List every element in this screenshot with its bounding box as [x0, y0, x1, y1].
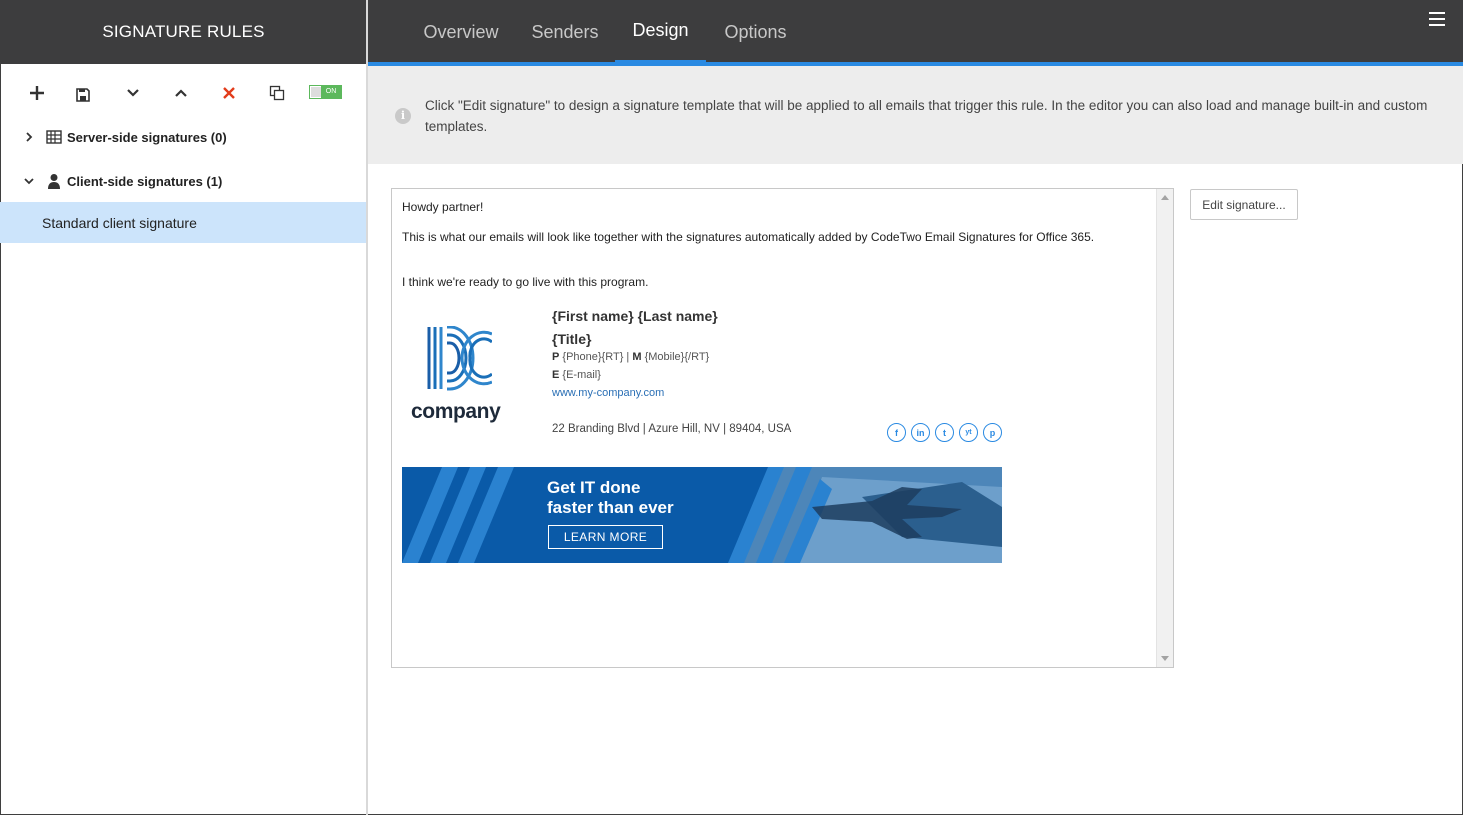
add-icon[interactable]	[25, 82, 49, 104]
banner-headline: Get IT done	[547, 478, 641, 497]
hamburger-menu-icon[interactable]	[1429, 12, 1445, 26]
chevron-down-icon[interactable]	[22, 174, 36, 188]
email-body-paragraph: This is what our emails will look like t…	[402, 230, 1095, 244]
twitter-icon[interactable]: t	[935, 423, 954, 442]
edit-signature-button[interactable]: Edit signature...	[1190, 189, 1298, 220]
youtube-icon[interactable]: yt	[959, 423, 978, 442]
toggle-knob	[311, 87, 321, 97]
signature-preview[interactable]: Howdy partner! This is what our emails w…	[391, 188, 1174, 668]
signature-phone-line: P {Phone}{RT} | M {Mobile}{/RT}	[552, 351, 710, 363]
signature-name: {First name} {Last name}	[552, 308, 718, 324]
server-icon	[46, 129, 62, 145]
delete-icon[interactable]	[217, 82, 241, 104]
signature-website-link[interactable]: www.my-company.com	[552, 387, 664, 399]
save-icon[interactable]	[71, 84, 95, 106]
learn-more-button[interactable]: LEARN MORE	[548, 525, 663, 549]
top-navigation: Overview Senders Design Options	[368, 0, 1463, 64]
scroll-down-arrow-icon[interactable]	[1161, 656, 1169, 661]
tree-node-server-side[interactable]: Server-side signatures (0)	[0, 122, 366, 152]
email-greeting: Howdy partner!	[402, 200, 484, 214]
email-body-paragraph: I think we're ready to go live with this…	[402, 275, 649, 289]
info-text: Click "Edit signature" to design a signa…	[425, 98, 1428, 134]
tab-senders[interactable]: Senders	[520, 0, 610, 64]
signature-title: {Title}	[552, 331, 592, 347]
company-logo-text: company	[411, 400, 501, 423]
banner-headline: faster than ever	[547, 498, 674, 517]
sidebar-title: SIGNATURE RULES	[0, 0, 367, 64]
move-down-icon[interactable]	[121, 82, 145, 104]
tab-options[interactable]: Options	[712, 0, 799, 64]
duplicate-icon[interactable]	[265, 82, 289, 104]
tree-item-standard-client-signature[interactable]: Standard client signature	[0, 202, 366, 243]
tab-design[interactable]: Design	[615, 0, 706, 64]
info-icon: i	[395, 108, 411, 124]
user-icon	[46, 173, 62, 189]
move-up-icon[interactable]	[169, 82, 193, 104]
signature-address: 22 Branding Blvd | Azure Hill, NV | 8940…	[552, 423, 792, 435]
tree-node-label: Client-side signatures (1)	[67, 173, 223, 189]
tab-overview[interactable]: Overview	[408, 0, 514, 64]
tree-node-client-side[interactable]: Client-side signatures (1)	[0, 166, 366, 196]
promo-banner[interactable]: Get IT done faster than ever LEARN MORE	[402, 467, 1002, 563]
signature-email-line: E {E-mail}	[552, 369, 601, 381]
linkedin-icon[interactable]: in	[911, 423, 930, 442]
scroll-up-arrow-icon[interactable]	[1161, 195, 1169, 200]
toggle-label: ON	[321, 86, 341, 98]
tree-node-label: Server-side signatures (0)	[67, 129, 227, 145]
info-banner: i Click "Edit signature" to design a sig…	[368, 66, 1463, 164]
pinterest-icon[interactable]: p	[983, 423, 1002, 442]
facebook-icon[interactable]: f	[887, 423, 906, 442]
chevron-right-icon[interactable]	[22, 130, 36, 144]
preview-scrollbar[interactable]	[1156, 189, 1173, 667]
rule-toggle[interactable]: ON	[309, 85, 342, 99]
